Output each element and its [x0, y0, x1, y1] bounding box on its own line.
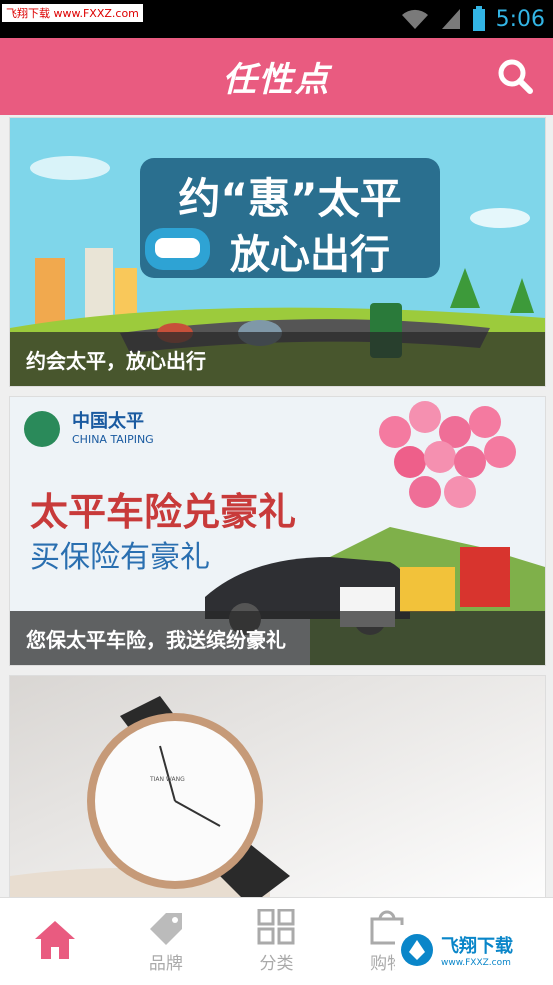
- nav-label: 分类: [259, 954, 294, 974]
- nav-home[interactable]: [0, 898, 111, 985]
- banner-image: TIAN WANG: [10, 676, 545, 897]
- watermark-label: 飞翔下载 www.FXXZ.com: [2, 4, 143, 22]
- status-icons: 5:06: [400, 6, 545, 32]
- watch-brand: TIAN WANG: [149, 776, 185, 783]
- status-bar: 飞翔下载 www.FXXZ.com 5:06: [0, 0, 553, 38]
- nav-brand[interactable]: 品牌: [111, 898, 222, 985]
- brand-logo-cn: 中国太平: [72, 410, 144, 432]
- battery-icon: [472, 6, 485, 31]
- feed: 约“惠”太平 放心出行 约会太平，放心出行 中国太平 CHINA TAIPING…: [0, 115, 553, 897]
- app-header: 任性点: [0, 38, 553, 115]
- watermark-text-group: 飞翔下载 www.FXXZ.com: [441, 932, 513, 968]
- banner-title-1: 太平车险兑豪礼: [30, 490, 296, 534]
- banner-card[interactable]: 中国太平 CHINA TAIPING 太平车险兑豪礼 买保险有豪礼 您保太平车险…: [9, 396, 546, 666]
- wifi-icon: [401, 9, 428, 29]
- watermark-logo-icon: [401, 934, 433, 966]
- banner-title-2: 放心出行: [230, 232, 390, 278]
- banner-title-2: 买保险有豪礼: [30, 540, 210, 575]
- banner-caption: 您保太平车险，我送缤纷豪礼: [10, 611, 545, 665]
- home-icon: [35, 920, 76, 959]
- watermark-text: 飞翔下载: [441, 936, 513, 957]
- banner-caption: 约会太平，放心出行: [10, 332, 545, 386]
- signal-icon: [441, 9, 460, 29]
- watermark-logo: 飞翔下载 www.FXXZ.com: [395, 925, 549, 975]
- banner-card[interactable]: TIAN WANG: [9, 675, 546, 897]
- brand-logo-en: CHINA TAIPING: [72, 433, 154, 446]
- nav-label: 品牌: [148, 954, 183, 974]
- watermark-url: www.FXXZ.com: [441, 958, 511, 968]
- grid-icon: [257, 909, 295, 945]
- tag-icon: [149, 913, 182, 945]
- banner-title-1: 约“惠”太平: [178, 174, 401, 223]
- clock: 5:06: [495, 6, 545, 32]
- search-icon[interactable]: [495, 56, 535, 96]
- app-title: 任性点: [222, 60, 331, 100]
- banner-card[interactable]: 约“惠”太平 放心出行 约会太平，放心出行: [9, 117, 546, 387]
- nav-category[interactable]: 分类: [221, 898, 332, 985]
